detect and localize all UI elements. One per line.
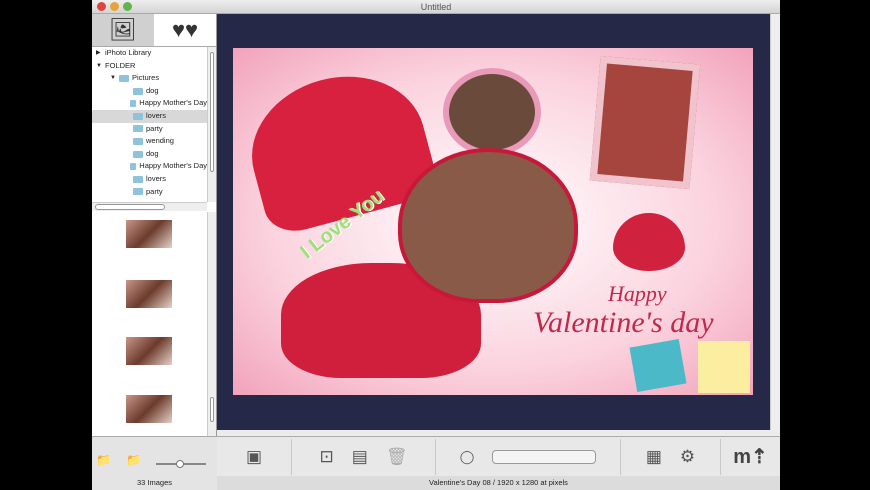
tree-item[interactable]: lovers (92, 173, 207, 186)
tree-item[interactable]: ▼ FOLDER (92, 60, 207, 73)
folder-icon (133, 175, 143, 183)
tree-item-label: wending (146, 136, 174, 146)
toolbar: ▣ ⊡ ▤ 🗑 ◯ ▦ ⚙ m⇡ (217, 436, 780, 476)
share-logo-icon[interactable]: m⇡ (733, 444, 768, 469)
tree-item[interactable]: dog (92, 148, 207, 161)
hearts-icon: ♥♥ (171, 17, 199, 42)
photo-stack-icon[interactable]: ▣ (246, 447, 262, 467)
tree-item[interactable]: ▶ iPhoto Library (92, 47, 207, 60)
canvas-area: I Love You Happy Valentine's day (217, 14, 770, 430)
close-button[interactable] (97, 2, 106, 11)
tree-item-label: lovers (146, 110, 167, 120)
folder-icon (133, 112, 143, 120)
delete-icon[interactable]: 🗑 (386, 447, 408, 467)
folder-icon (133, 188, 143, 196)
photo-icon: 🖼 (109, 17, 137, 42)
thumbnail[interactable] (126, 395, 172, 423)
valentine-card[interactable]: I Love You Happy Valentine's day (233, 48, 753, 395)
tree-item[interactable]: Happy Mother's Day (92, 160, 207, 173)
photo-frame-heart[interactable] (398, 148, 578, 303)
title-bar: Untitled (92, 0, 780, 14)
settings-gear-icon[interactable]: ⚙ (680, 447, 695, 467)
status-bar: Valentine's Day 08 / 1920 x 1280 at pixe… (217, 476, 780, 490)
app-window: Untitled 🖼 ♥♥ ▶ iPhoto Library ▼ FOLDER ▼ Pic… (92, 0, 780, 490)
tree-item-label: dog (146, 85, 159, 95)
folder-icon (133, 87, 143, 95)
folder-icon (133, 125, 143, 133)
folder-icon (130, 163, 137, 171)
minimize-button[interactable] (110, 2, 119, 11)
folder-icon (133, 150, 143, 158)
tree-hscrollbar[interactable] (92, 202, 207, 211)
tree-item-label: Happy Mother's Day (139, 161, 207, 171)
add-frame-icon[interactable]: ⊡ (320, 447, 334, 467)
photo-frame-small[interactable] (443, 68, 541, 156)
thumbnail[interactable] (126, 280, 172, 308)
layers-icon[interactable]: ▦ (646, 447, 662, 467)
tree-item[interactable]: party (92, 123, 207, 136)
tree-item[interactable]: lovers (92, 109, 207, 123)
canvas-scrollbar[interactable] (770, 14, 780, 430)
tree-item-label: party (146, 123, 163, 133)
folder-icon (130, 100, 137, 108)
tab-photos[interactable]: 🖼 (92, 14, 154, 46)
tree-item-label: party (146, 186, 163, 196)
tree-item-label: Happy Mother's Day (139, 98, 207, 108)
heart-decoration (613, 213, 685, 271)
image-count: 33 Images (136, 478, 173, 487)
tree-item[interactable]: ▼ Pictures (92, 72, 207, 85)
add-folder-icon[interactable]: 📁 (96, 453, 111, 467)
tree-item[interactable]: Happy Mother's Day (92, 97, 207, 110)
gift-decoration (629, 339, 687, 392)
mouse-icon[interactable]: ◯ (460, 449, 475, 465)
tab-templates[interactable]: ♥♥ (154, 14, 216, 46)
thumbnail-scrollbar[interactable] (207, 212, 216, 436)
photo-frame-square[interactable] (589, 55, 701, 190)
sticky-note (698, 341, 750, 393)
thumbnail-size-slider[interactable] (156, 460, 206, 468)
zoom-button[interactable] (123, 2, 132, 11)
folder-tree: ▶ iPhoto Library ▼ FOLDER ▼ Pictures dog Happy … (92, 47, 207, 202)
disclosure-triangle-icon[interactable]: ▼ (96, 60, 102, 73)
thumbnail[interactable] (126, 337, 172, 365)
tree-item-label: iPhoto Library (105, 48, 152, 57)
valentines-day-text: Valentine's day (533, 306, 714, 339)
sidebar-footer: 📁 📁 33 Images (92, 436, 217, 490)
tree-item-label: FOLDER (105, 60, 136, 70)
disclosure-triangle-icon[interactable]: ▶ (96, 47, 102, 60)
tree-item[interactable]: wending (92, 135, 207, 148)
thumbnail[interactable] (126, 220, 172, 248)
window-title: Untitled (420, 2, 452, 12)
folder-icon (133, 137, 143, 145)
happy-text: Happy (608, 281, 667, 306)
tree-item[interactable]: dog (92, 85, 207, 98)
disclosure-triangle-icon[interactable]: ▼ (110, 72, 116, 85)
tree-item-label: lovers (146, 173, 167, 183)
tree-item-label: Pictures (132, 73, 160, 83)
tree-item-label: dog (146, 148, 159, 158)
remove-folder-icon[interactable]: 📁 (126, 453, 141, 467)
sidebar: 🖼 ♥♥ ▶ iPhoto Library ▼ FOLDER ▼ Pictures dog H… (92, 14, 217, 490)
layer-order-control[interactable] (492, 449, 597, 464)
tree-item[interactable]: party (92, 186, 207, 199)
folder-icon (119, 74, 129, 82)
tree-scrollbar[interactable] (207, 47, 216, 202)
add-page-icon[interactable]: ▤ (352, 447, 368, 467)
